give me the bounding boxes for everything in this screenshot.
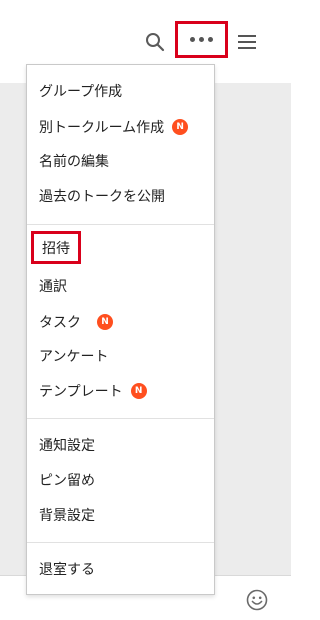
menu-separator	[27, 224, 214, 225]
menu-item-publish-past-talk[interactable]: 過去のトークを公開	[39, 184, 165, 208]
more-options-menu: グループ作成 別トークルーム作成 N 名前の編集 過去のトークを公開 招待 通訳…	[26, 64, 215, 595]
menu-item-background-settings[interactable]: 背景設定	[39, 503, 95, 527]
menu-item-translate[interactable]: 通訳	[39, 274, 67, 298]
new-badge: N	[172, 119, 189, 135]
search-icon	[146, 33, 165, 52]
emoji-button[interactable]	[246, 589, 268, 611]
menu-item-survey[interactable]: アンケート	[39, 344, 108, 368]
menu-item-template[interactable]: テンプレート N	[39, 379, 147, 403]
menu-item-edit-name[interactable]: 名前の編集	[39, 149, 109, 173]
menu-item-pin[interactable]: ピン留め	[39, 468, 95, 492]
menu-separator	[27, 418, 214, 419]
menu-item-label: ピン留め	[39, 473, 95, 489]
menu-item-create-separate-room[interactable]: 別トークルーム作成 N	[39, 115, 189, 139]
new-badge: N	[97, 314, 113, 330]
smiley-icon	[246, 589, 268, 611]
menu-item-label: 名前の編集	[39, 154, 109, 170]
menu-item-label: 別トークルーム作成	[39, 120, 165, 136]
menu-item-label: 招待	[42, 240, 70, 257]
menu-item-label: タスク	[39, 315, 81, 331]
menu-item-task[interactable]: タスク N	[39, 310, 113, 334]
menu-item-label: 退室する	[39, 562, 95, 578]
menu-item-label: 通訳	[39, 279, 67, 295]
more-options-button[interactable]	[175, 21, 228, 58]
menu-item-leave-room[interactable]: 退室する	[39, 557, 95, 581]
hamburger-menu-icon	[238, 35, 256, 49]
menu-item-notification-settings[interactable]: 通知設定	[39, 433, 95, 457]
menu-item-label: グループ作成	[39, 84, 123, 100]
menu-item-label: テンプレート	[39, 384, 123, 400]
menu-item-create-group[interactable]: グループ作成	[39, 79, 122, 103]
menu-separator	[27, 542, 214, 543]
menu-item-label: 過去のトークを公開	[39, 189, 165, 205]
more-horizontal-icon	[190, 37, 213, 42]
menu-item-label: アンケート	[39, 349, 109, 365]
menu-item-invite[interactable]: 招待	[31, 231, 81, 264]
hamburger-menu-button[interactable]	[236, 30, 258, 54]
menu-item-label: 背景設定	[39, 508, 95, 524]
search-button[interactable]	[143, 30, 167, 54]
menu-item-label: 通知設定	[39, 438, 95, 454]
new-badge: N	[130, 383, 147, 399]
